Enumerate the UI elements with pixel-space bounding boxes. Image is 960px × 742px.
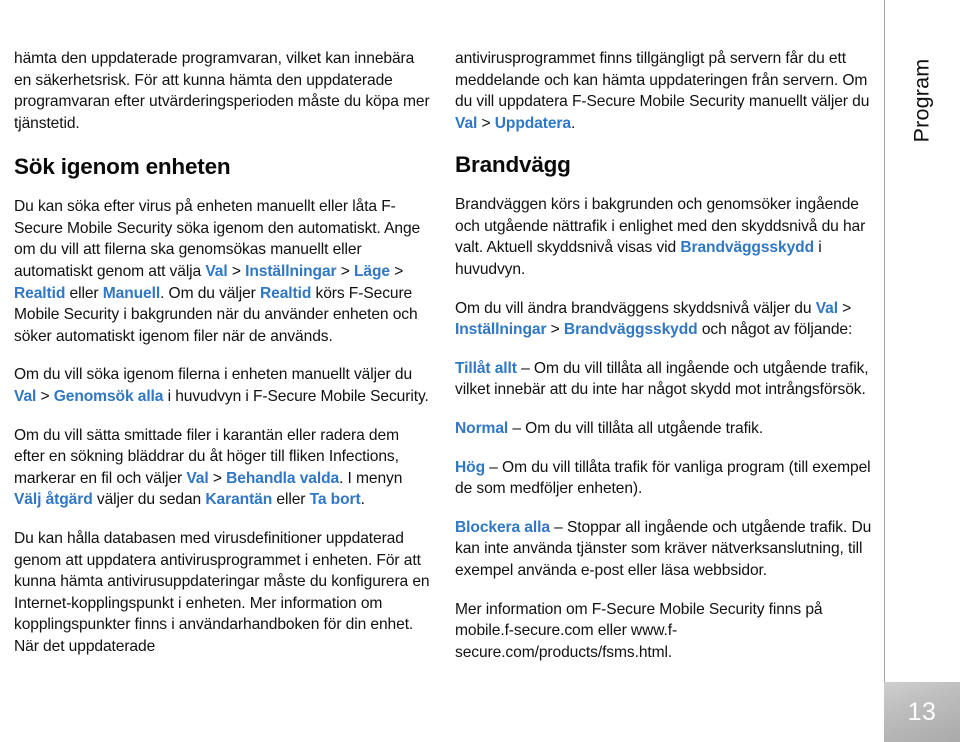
text-run: . I menyn (339, 469, 403, 487)
text-run: – Om du vill tillåta all ingående och ut… (455, 359, 869, 399)
menu-option-scan-all: Genomsök alla (53, 388, 164, 405)
menu-option-choose-action: Välj åtgärd (14, 491, 93, 509)
section-heading-firewall: Brandvägg (455, 152, 571, 178)
menu-option-handle-selected: Behandla valda (226, 469, 340, 487)
option-allow-all: Tillåt allt – Om du vill tillåta all ing… (455, 358, 873, 401)
menu-path-mode: Läge (354, 263, 390, 281)
menu-option-delete: Ta bort (309, 491, 361, 509)
text-run: Om du vill ändra brandväggens skyddsnivå… (455, 299, 816, 317)
paragraph-more-information: Mer information om F-Secure Mobile Secur… (455, 599, 873, 664)
paragraph-virus-definitions: Du kan hålla databasen med virusdefiniti… (14, 528, 432, 658)
option-label-block-all: Blockera alla (455, 518, 550, 536)
option-high: Hög – Om du vill tillåta trafik för vanl… (455, 457, 873, 500)
text-run: . (570, 114, 576, 132)
menu-option-quarantine: Karantän (205, 491, 273, 509)
option-normal: Normal – Om du vill tillåta all utgående… (455, 418, 873, 440)
menu-separator: > (546, 321, 564, 339)
paragraph-change-protection-level: Om du vill ändra brandväggens skyddsnivå… (455, 298, 873, 341)
text-run: – Om du vill tillåta trafik för vanliga … (455, 458, 871, 498)
manual-page: hämta den uppdaterade programvaran, vilk… (0, 0, 960, 742)
menu-separator: > (336, 263, 354, 281)
section-heading-scan-device: Sök igenom enheten (14, 154, 231, 180)
menu-path-settings: Inställningar (455, 321, 547, 339)
text-run: . Om du väljer (160, 284, 260, 302)
menu-option-update: Uppdatera (494, 114, 571, 132)
text-run: Om du vill söka igenom filerna i enheten… (14, 366, 413, 384)
text-run: och något av följande: (697, 321, 853, 339)
menu-separator: > (36, 388, 54, 405)
menu-separator: > (208, 469, 227, 487)
side-tab-text: Program (909, 58, 934, 142)
text-run: Du kan hålla databasen med virusdefiniti… (14, 529, 430, 655)
option-label-normal: Normal (455, 420, 509, 437)
menu-path-val: Val (186, 469, 209, 487)
menu-separator: > (477, 114, 495, 132)
menu-separator: > (837, 299, 852, 317)
paragraph-scan-modes: Du kan söka efter virus på enheten manue… (14, 196, 432, 347)
menu-option-realtime-2: Realtid (259, 284, 312, 302)
text-run: väljer du sedan (92, 491, 206, 509)
text-run: antivirusprogrammet finns tillgängligt p… (455, 50, 870, 111)
text-run: eller (272, 491, 310, 509)
menu-path-firewall-protection: Brandväggsskydd (563, 321, 698, 339)
text-run: Mer information om F-Secure Mobile Secur… (455, 600, 823, 661)
label-firewall-protection: Brandväggsskydd (680, 239, 815, 257)
paragraph-firewall-overview: Brandväggen körs i bakgrunden och genoms… (455, 194, 873, 280)
text-run: – Om du vill tillåta all utgående trafik… (508, 420, 764, 437)
paragraph-manual-scan: Om du vill söka igenom filerna i enheten… (14, 364, 432, 407)
left-text-column: hämta den uppdaterade programvaran, vilk… (14, 48, 432, 658)
paragraph-quarantine-files: Om du vill sätta smittade filer i karant… (14, 425, 432, 511)
option-block-all: Blockera alla – Stoppar all ingående och… (455, 517, 873, 582)
text-run: hämta den uppdaterade programvaran, vilk… (14, 50, 430, 132)
menu-separator: > (390, 263, 404, 281)
menu-option-manual: Manuell (102, 284, 161, 302)
menu-path-val: Val (815, 299, 838, 317)
side-tab-chapter-label: Program (884, 0, 960, 200)
page-number-text: 13 (907, 697, 937, 726)
option-label-high: Hög (455, 458, 486, 476)
right-text-column: antivirusprogrammet finns tillgängligt p… (455, 48, 873, 663)
menu-path-settings: Inställningar (245, 263, 337, 281)
text-run: i huvudvyn i F-Secure Mobile Security. (163, 388, 429, 405)
text-run: eller (65, 284, 103, 302)
menu-path-val: Val (205, 263, 228, 281)
menu-separator: > (227, 263, 246, 281)
menu-path-val: Val (14, 388, 37, 405)
menu-option-realtime: Realtid (14, 284, 66, 302)
option-label-allow-all: Tillåt allt (455, 359, 517, 377)
paragraph-continuation-update: hämta den uppdaterade programvaran, vilk… (14, 48, 432, 134)
page-number-badge: 13 (884, 682, 960, 742)
text-run: . (360, 491, 365, 509)
paragraph-manual-update: antivirusprogrammet finns tillgängligt p… (455, 48, 873, 134)
menu-path-val: Val (455, 114, 478, 132)
